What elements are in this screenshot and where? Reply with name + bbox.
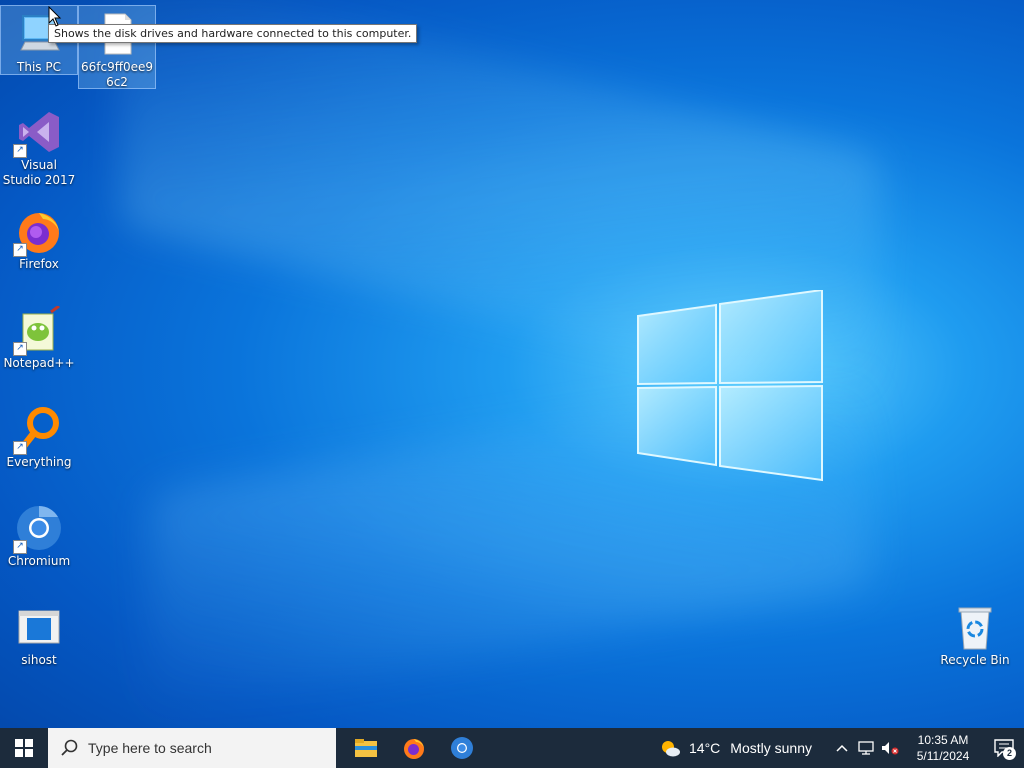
- shortcut-arrow-icon: ↗: [13, 243, 27, 257]
- partly-sunny-icon: [662, 741, 681, 757]
- shortcut-arrow-icon: ↗: [13, 342, 27, 356]
- windows-logo-wallpaper: [637, 290, 823, 482]
- desktop-icon-visual-studio[interactable]: ↗ Visual Studio 2017: [1, 104, 77, 188]
- weather-condition: Mostly sunny: [730, 740, 812, 756]
- desktop-icon-file[interactable]: 66fc9ff0ee96c2: [78, 5, 156, 89]
- icon-label: Everything: [6, 455, 72, 469]
- icon-label: Recycle Bin: [940, 653, 1010, 667]
- chevron-up-icon: [836, 744, 848, 752]
- everything-search-icon: ↗: [13, 405, 63, 455]
- notification-center-button[interactable]: 2: [984, 728, 1024, 768]
- this-pc-tooltip: Shows the disk drives and hardware conne…: [48, 24, 418, 43]
- network-button[interactable]: [854, 728, 878, 768]
- taskbar-search-box[interactable]: Type here to search: [48, 728, 336, 768]
- visual-studio-icon: ↗: [13, 108, 63, 158]
- notepad-plus-plus-icon: ↗: [13, 304, 63, 356]
- search-placeholder: Type here to search: [88, 740, 212, 756]
- shortcut-arrow-icon: ↗: [13, 441, 27, 455]
- taskbar-clock[interactable]: 10:35 AM 5/11/2024: [908, 732, 978, 764]
- sihost-app-icon: [15, 603, 63, 651]
- desktop-icon-chromium[interactable]: ↗ Chromium: [1, 500, 77, 569]
- file-explorer-icon: [355, 739, 377, 757]
- icon-label: 66fc9ff0ee96c2: [80, 60, 154, 89]
- show-hidden-icons-button[interactable]: [830, 728, 854, 768]
- notification-count-badge: 2: [1003, 747, 1016, 760]
- icon-label: Chromium: [7, 554, 71, 568]
- chromium-icon: ↗: [13, 504, 63, 554]
- firefox-icon: ↗: [13, 207, 63, 257]
- shortcut-arrow-icon: ↗: [13, 144, 27, 158]
- weather-temperature: 14°C: [689, 740, 721, 756]
- desktop-icon-sihost[interactable]: sihost: [1, 599, 77, 668]
- mouse-cursor-icon: [48, 6, 62, 27]
- desktop-icon-everything[interactable]: ↗ Everything: [1, 401, 77, 470]
- clock-date: 5/11/2024: [916, 749, 970, 763]
- taskbar: Type here to search 14°C Mostly sunny 10…: [0, 728, 1024, 768]
- start-button[interactable]: [0, 728, 48, 768]
- firefox-icon: [404, 739, 424, 759]
- icon-label: This PC: [17, 60, 61, 74]
- recycle-bin-icon: [951, 603, 999, 651]
- icon-label: Firefox: [19, 257, 59, 271]
- taskbar-chromium[interactable]: [438, 728, 486, 768]
- system-tray: 14°C Mostly sunny 10:35 AM 5/11/2024 2: [659, 728, 1024, 768]
- chromium-icon: [451, 737, 473, 759]
- weather-widget[interactable]: 14°C Mostly sunny: [659, 738, 812, 758]
- taskbar-file-explorer[interactable]: [342, 728, 390, 768]
- volume-button[interactable]: [878, 728, 902, 768]
- shortcut-arrow-icon: ↗: [13, 540, 27, 554]
- volume-muted-icon: [882, 742, 899, 755]
- search-icon: [60, 739, 78, 757]
- network-icon: [858, 741, 874, 755]
- clock-time: 10:35 AM: [917, 733, 969, 747]
- desktop-icon-recycle-bin[interactable]: Recycle Bin: [937, 599, 1013, 668]
- icon-label: sihost: [21, 653, 57, 667]
- desktop-icon-firefox[interactable]: ↗ Firefox: [1, 203, 77, 272]
- icon-label: Notepad++: [3, 356, 75, 370]
- desktop-icon-notepad-plus-plus[interactable]: ↗ Notepad++: [1, 302, 77, 371]
- windows-start-icon: [15, 739, 33, 757]
- icon-label: Visual Studio 2017: [2, 158, 76, 187]
- taskbar-firefox[interactable]: [390, 728, 438, 768]
